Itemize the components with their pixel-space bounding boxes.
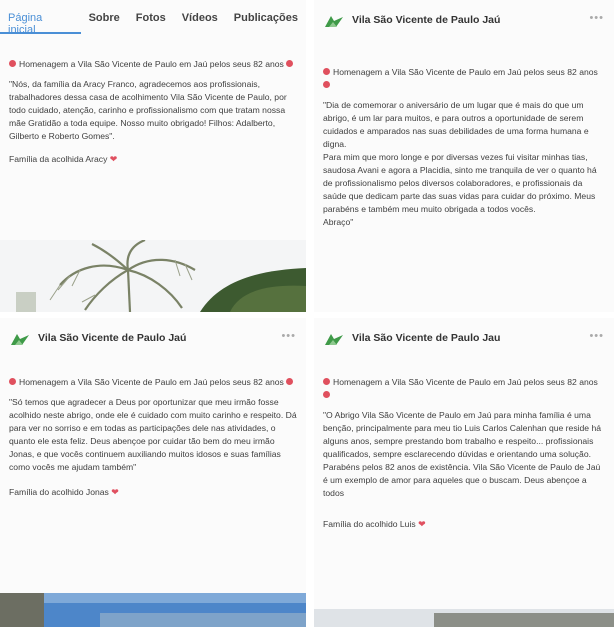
page-tabs: Página inicial Sobre Fotos Vídeos Public… xyxy=(0,8,306,36)
page-logo-icon[interactable] xyxy=(10,332,30,346)
post-heading: Homenagem a Vila São Vicente de Paulo em… xyxy=(19,377,284,387)
page-logo-icon[interactable] xyxy=(324,14,344,28)
page-logo-icon[interactable] xyxy=(324,332,344,346)
post-heading: Homenagem a Vila São Vicente de Paulo em… xyxy=(19,59,284,69)
post-body: Homenagem a Vila São Vicente de Paulo em… xyxy=(323,66,606,236)
post-heading: Homenagem a Vila São Vicente de Paulo em… xyxy=(333,377,598,387)
red-dot-icon xyxy=(9,378,16,385)
post-card-3: Vila São Vicente de Paulo Jaú ••• Homena… xyxy=(0,318,306,627)
more-options-icon[interactable]: ••• xyxy=(281,330,296,342)
post-header: Vila São Vicente de Paulo Jaú ••• xyxy=(10,330,300,366)
red-dot-icon xyxy=(323,391,330,398)
more-options-icon[interactable]: ••• xyxy=(589,12,604,24)
tab-home[interactable]: Página inicial xyxy=(0,8,81,36)
more-options-icon[interactable]: ••• xyxy=(589,330,604,342)
post-body: Homenagem a Vila São Vicente de Paulo em… xyxy=(9,376,298,506)
post-signature: Família do acolhido Luis xyxy=(323,519,416,529)
post-signature: Abraço" xyxy=(323,217,354,227)
post-header: Vila São Vicente de Paulo Jaú ••• xyxy=(324,12,608,48)
red-dot-icon xyxy=(9,60,16,67)
heart-icon: ❤ xyxy=(111,487,119,497)
post-body: Homenagem a Vila São Vicente de Paulo em… xyxy=(323,376,606,538)
red-dot-icon xyxy=(323,81,330,88)
post-card-2: Vila São Vicente de Paulo Jaú ••• Homena… xyxy=(314,0,614,312)
page-name-link[interactable]: Vila São Vicente de Paulo Jaú xyxy=(352,14,500,26)
post-photo[interactable] xyxy=(314,609,614,627)
heart-icon: ❤ xyxy=(418,519,426,529)
red-dot-icon xyxy=(323,68,330,75)
post-quote: "Dia de comemorar o aniversário de um lu… xyxy=(323,100,589,149)
post-header: Vila São Vicente de Paulo Jau ••• xyxy=(324,330,608,366)
post-body: Homenagem a Vila São Vicente de Paulo em… xyxy=(9,58,298,173)
red-dot-icon xyxy=(286,60,294,67)
tab-posts[interactable]: Publicações xyxy=(226,8,306,34)
red-dot-icon xyxy=(323,378,330,385)
post-quote-continued: Para mim que moro longe e por diversas v… xyxy=(323,152,597,214)
post-signature: Família da acolhida Aracy xyxy=(9,154,108,164)
heart-icon: ❤ xyxy=(109,154,118,164)
red-dot-icon xyxy=(286,378,294,385)
post-card-4: Vila São Vicente de Paulo Jau ••• Homena… xyxy=(314,318,614,627)
post-photo[interactable] xyxy=(0,593,306,627)
post-card-1: Página inicial Sobre Fotos Vídeos Public… xyxy=(0,0,306,312)
post-quote: "O Abrigo Vila São Vicente de Paulo em J… xyxy=(323,410,602,498)
tab-photos[interactable]: Fotos xyxy=(128,8,174,34)
post-quote: "Só temos que agradecer a Deus por oport… xyxy=(9,397,297,472)
post-heading: Homenagem a Vila São Vicente de Paulo em… xyxy=(333,67,598,77)
page-name-link[interactable]: Vila São Vicente de Paulo Jau xyxy=(352,332,500,344)
tab-about[interactable]: Sobre xyxy=(81,8,128,34)
page-name-link[interactable]: Vila São Vicente de Paulo Jaú xyxy=(38,332,186,344)
post-quote: "Nós, da família da Aracy Franco, agrade… xyxy=(9,79,287,141)
tab-videos[interactable]: Vídeos xyxy=(174,8,226,34)
post-photo-palm[interactable] xyxy=(0,240,306,312)
post-signature: Família do acolhido Jonas xyxy=(9,487,109,497)
